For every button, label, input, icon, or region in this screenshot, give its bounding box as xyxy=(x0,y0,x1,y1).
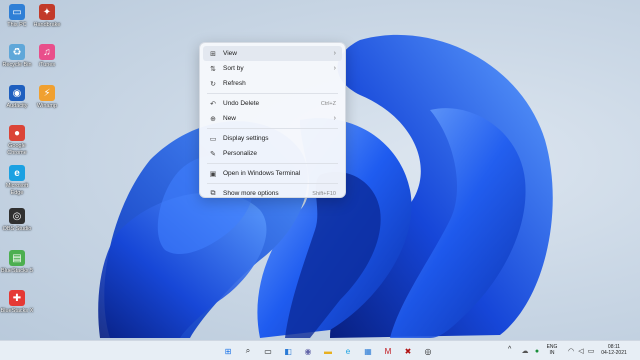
desktop-icon-label: Handbrake xyxy=(33,22,61,28)
folder-icon[interactable]: ▬ xyxy=(321,344,335,358)
monitor-icon: ▭ xyxy=(9,4,25,20)
winamp-icon: ⚡ xyxy=(39,85,55,101)
chrome-icon: ● xyxy=(9,125,25,141)
itunes-icon: ♫ xyxy=(39,44,55,60)
menu-separator xyxy=(207,183,338,184)
bluestacks-x-icon: ✚ xyxy=(9,290,25,306)
language-indicator[interactable]: ENG IN xyxy=(544,344,560,356)
windows-start-icon[interactable]: ⊞ xyxy=(221,344,235,358)
widgets-icon[interactable]: ◧ xyxy=(281,344,295,358)
recycle-bin-icon: ♻ xyxy=(9,44,25,60)
battery-icon[interactable]: ▭ xyxy=(584,344,598,358)
menu-separator xyxy=(207,163,338,164)
menu-item-label: View xyxy=(223,50,237,57)
more-options-icon: ⧉ xyxy=(210,189,216,197)
obs-icon: ◎ xyxy=(9,208,25,224)
grid-icon: ⊞ xyxy=(210,50,216,58)
chevron-right-icon: › xyxy=(333,115,336,122)
taskbar: ⊞ ⌕ ▭ ◧ ◉ ▬ e ▦ M ✖ ◎ ^ ☁ ● ENG IN ◠ ◁ ▭ 08:11 04-… xyxy=(0,340,640,360)
store-icon[interactable]: ▦ xyxy=(361,344,375,358)
desktop-icon[interactable]: ⚡ Winamp xyxy=(30,85,64,110)
shield-app-icon[interactable]: ✖ xyxy=(401,344,415,358)
menu-item-view[interactable]: ⊞ View › xyxy=(203,46,342,61)
undo-icon: ↶ xyxy=(210,100,216,108)
plus-circle-icon: ⊕ xyxy=(210,115,216,123)
chevron-right-icon: › xyxy=(333,65,336,72)
refresh-icon: ↻ xyxy=(210,80,216,88)
desktop-icon[interactable]: ♻ Recycle Bin xyxy=(0,44,34,69)
desktop-icon-label: BlueStacks X xyxy=(0,308,34,314)
desktop-icon[interactable]: ● Google Chrome xyxy=(0,125,34,156)
display-icon: ▭ xyxy=(209,135,217,143)
menu-item-shortcut: Shift+F10 xyxy=(312,190,336,197)
task-view-icon[interactable]: ▭ xyxy=(261,344,275,358)
desktop-icon[interactable]: ◎ OBS Studio xyxy=(0,208,34,233)
edge-icon: e xyxy=(9,165,25,181)
desktop-icon-label: Recycle Bin xyxy=(2,62,32,68)
desktop-icon[interactable]: ◉ Audacity xyxy=(0,85,34,110)
desktop-icon-label: iTunes xyxy=(38,62,56,68)
desktop-context-menu: ⊞ View › ⇅ Sort by › ↻ Refresh ↶ Undo Delete Ctrl+… xyxy=(199,42,346,198)
sort-icon: ⇅ xyxy=(210,65,216,73)
menu-item-label: Personalize xyxy=(223,150,257,157)
brush-icon: ✎ xyxy=(210,150,216,158)
desktop-icon[interactable]: e Microsoft Edge xyxy=(0,165,34,196)
chat-icon[interactable]: ◉ xyxy=(301,344,315,358)
menu-item-refresh[interactable]: ↻ Refresh xyxy=(203,76,342,91)
security-tray-icon[interactable]: ● xyxy=(530,344,544,358)
menu-item-undo-delete[interactable]: ↶ Undo Delete Ctrl+Z xyxy=(203,96,342,111)
menu-item-label: Refresh xyxy=(223,80,246,87)
menu-item-label: Open in Windows Terminal xyxy=(223,170,301,177)
terminal-icon: ▣ xyxy=(209,170,217,178)
bluestacks-icon: ▤ xyxy=(9,250,25,266)
desktop-icon[interactable]: ▭ This PC xyxy=(0,4,34,29)
desktop-icon-label: Microsoft Edge xyxy=(5,183,29,196)
desktop-icon-label: Audacity xyxy=(6,103,28,109)
menu-item-show-more-options[interactable]: ⧉ Show more options Shift+F10 xyxy=(203,186,342,201)
menu-item-label: Display settings xyxy=(223,135,269,142)
edge-icon[interactable]: e xyxy=(341,344,355,358)
menu-item-label: Show more options xyxy=(223,190,279,197)
desktop-icon[interactable]: ♫ iTunes xyxy=(30,44,64,69)
obs-icon[interactable]: ◎ xyxy=(421,344,435,358)
handbrake-icon: ✦ xyxy=(39,4,55,20)
menu-item-open-in-windows-terminal[interactable]: ▣ Open in Windows Terminal xyxy=(203,166,342,181)
desktop-icon[interactable]: ✚ BlueStacks X xyxy=(0,290,34,315)
menu-item-personalize[interactable]: ✎ Personalize xyxy=(203,146,342,161)
desktop-icon[interactable]: ✦ Handbrake xyxy=(30,4,64,29)
desktop-icon-label: This PC xyxy=(7,22,27,28)
desktop-icon-label: BlueStacks 5 xyxy=(0,268,34,274)
tray-overflow-chevron[interactable]: ^ xyxy=(508,346,511,353)
chevron-right-icon: › xyxy=(333,50,336,57)
menu-separator xyxy=(207,93,338,94)
clock[interactable]: 08:11 04-12-2021 xyxy=(598,344,630,356)
desktop-icon-label: Google Chrome xyxy=(7,143,27,156)
menu-item-label: New xyxy=(223,115,237,122)
desktop-icon-label: OBS Studio xyxy=(2,226,32,232)
desktop-icon[interactable]: ▤ BlueStacks 5 xyxy=(0,250,34,275)
menu-item-shortcut: Ctrl+Z xyxy=(320,100,336,107)
menu-item-display-settings[interactable]: ▭ Display settings xyxy=(203,131,342,146)
menu-item-new[interactable]: ⊕ New › xyxy=(203,111,342,126)
search-icon[interactable]: ⌕ xyxy=(241,344,255,358)
menu-separator xyxy=(207,128,338,129)
clock-date: 04-12-2021 xyxy=(601,350,627,356)
language-region: IN xyxy=(549,350,555,356)
mcafee-icon[interactable]: M xyxy=(381,344,395,358)
menu-item-label: Sort by xyxy=(223,65,244,72)
desktop-icon-label: Winamp xyxy=(36,103,58,109)
menu-item-label: Undo Delete xyxy=(223,100,260,107)
menu-item-sort-by[interactable]: ⇅ Sort by › xyxy=(203,61,342,76)
audacity-icon: ◉ xyxy=(9,85,25,101)
